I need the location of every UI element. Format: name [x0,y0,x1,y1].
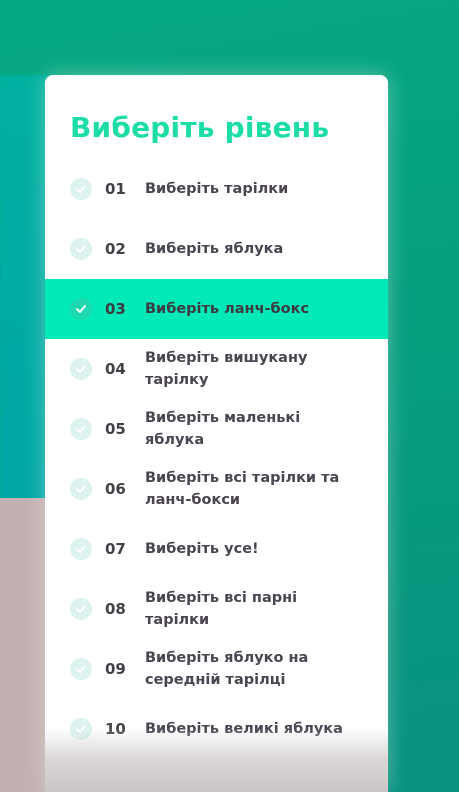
level-number: 08 [105,600,126,618]
level-number: 07 [105,540,126,558]
check-icon [70,298,92,320]
level-item-05[interactable]: 05 Виберіть маленькі яблука [45,399,388,459]
level-item-01[interactable]: 01 Виберіть тарілки [45,159,388,219]
level-item-02[interactable]: 02 Виберіть яблука [45,219,388,279]
level-number: 03 [105,300,126,318]
check-icon [70,478,92,500]
level-item-03[interactable]: 03 Виберіть ланч-бокс [45,279,388,339]
level-label: Виберіть тарілки [145,181,289,197]
level-number: 06 [105,480,126,498]
scroll-fade-overlay [45,728,388,792]
level-number: 01 [105,180,126,198]
level-item-06[interactable]: 06 Виберіть всі тарілки та ланч-бокси [45,459,388,519]
check-icon [70,178,92,200]
level-label: Виберіть вишукану тарілку [145,350,308,388]
level-label: Виберіть маленькі яблука [145,410,301,448]
level-label: Виберіть яблука [145,241,284,257]
level-item-08[interactable]: 08 Виберіть всі парні тарілки [45,579,388,639]
level-label: Виберіть ланч-бокс [145,301,310,317]
check-icon [70,238,92,260]
check-icon [70,418,92,440]
level-label: Виберіть всі тарілки та ланч-бокси [145,470,340,508]
level-item-04[interactable]: 04 Виберіть вишукану тарілку [45,339,388,399]
level-item-07[interactable]: 07 Виберіть усе! [45,519,388,579]
level-list: 01 Виберіть тарілки 02 Виберіть яблука 0… [45,159,388,759]
check-icon [70,658,92,680]
level-number: 02 [105,240,126,258]
level-number: 09 [105,660,126,678]
level-number: 05 [105,420,126,438]
level-select-panel: Виберіть рівень 01 Виберіть тарілки 02 В… [45,75,388,792]
check-icon [70,358,92,380]
check-icon [70,598,92,620]
panel-title: Виберіть рівень [70,111,330,144]
level-number: 04 [105,360,126,378]
level-item-09[interactable]: 09 Виберіть яблуко на середній тарілці [45,639,388,699]
check-icon [70,538,92,560]
level-label: Виберіть усе! [145,541,259,557]
level-label: Виберіть яблуко на середній тарілці [145,650,309,688]
level-label: Виберіть всі парні тарілки [145,590,298,628]
